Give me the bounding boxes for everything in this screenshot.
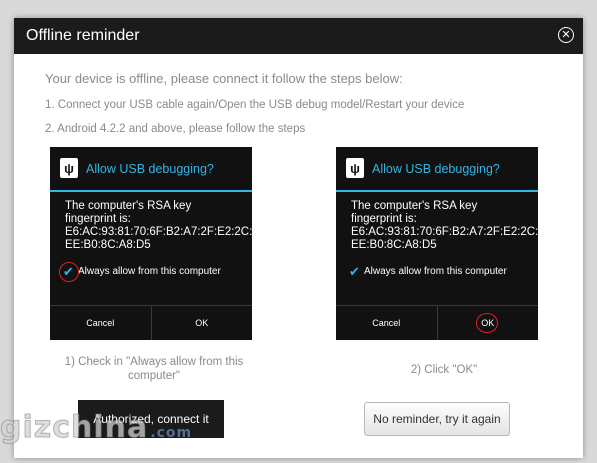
- phone-screenshot-step1: ψ Allow USB debugging? The computer's RS…: [50, 147, 252, 340]
- always-allow-row: ✔ Always allow from this computer: [62, 265, 221, 278]
- usb-icon: ψ: [60, 158, 78, 178]
- phone-ok-button: OK: [150, 306, 253, 340]
- step-2-caption: 2) Click "OK": [410, 364, 478, 376]
- phone-dialog-title: Allow USB debugging?: [372, 162, 500, 176]
- usb-icon: ψ: [346, 158, 364, 178]
- phone-dialog-header: ψ Allow USB debugging?: [336, 147, 538, 192]
- rsa-line-3: E6:AC:93:81:70:6F:B2:A7:2F:E2:2C:: [351, 226, 539, 238]
- dialog-title: Offline reminder: [26, 27, 140, 44]
- phone-dialog-header: ψ Allow USB debugging?: [50, 147, 252, 192]
- no-reminder-button[interactable]: No reminder, try it again: [364, 402, 510, 436]
- rsa-line-2: fingerprint is:: [65, 213, 131, 225]
- rsa-line-4: EE:B0:8C:A8:D5: [351, 239, 437, 251]
- always-allow-label: Always allow from this computer: [364, 266, 507, 277]
- offline-message: Your device is offline, please connect i…: [45, 71, 403, 86]
- rsa-line-2: fingerprint is:: [351, 213, 417, 225]
- site-watermark: gizchina .com: [0, 410, 193, 446]
- always-allow-row: ✔ Always allow from this computer: [348, 265, 507, 278]
- phone-dialog-title: Allow USB debugging?: [86, 162, 214, 176]
- phone-dialog-body: The computer's RSA key fingerprint is: E…: [65, 200, 253, 252]
- close-icon[interactable]: ✕: [558, 27, 574, 43]
- highlight-circle-ok: [476, 313, 498, 333]
- phone-dialog-buttons: Cancel OK: [336, 305, 538, 340]
- dialog-titlebar: Offline reminder ✕: [14, 18, 583, 54]
- rsa-line-1: The computer's RSA key: [351, 200, 478, 212]
- step-1-text: 1. Connect your USB cable again/Open the…: [45, 99, 465, 111]
- phone-dialog-buttons: Cancel OK: [50, 305, 252, 340]
- checkmark-icon: ✔: [349, 264, 360, 279]
- watermark-main: gizchina: [0, 410, 149, 446]
- step-2-text: 2. Android 4.2.2 and above, please follo…: [45, 123, 306, 135]
- phone-cancel-button: Cancel: [86, 318, 115, 328]
- rsa-line-3: E6:AC:93:81:70:6F:B2:A7:2F:E2:2C:: [65, 226, 253, 238]
- phone-dialog-body: The computer's RSA key fingerprint is: E…: [351, 200, 539, 252]
- rsa-line-1: The computer's RSA key: [65, 200, 192, 212]
- watermark-suffix: .com: [150, 425, 193, 441]
- phone-screenshot-step2: ψ Allow USB debugging? The computer's RS…: [336, 147, 538, 340]
- highlight-circle-checkbox: [59, 262, 79, 282]
- rsa-line-4: EE:B0:8C:A8:D5: [65, 239, 151, 251]
- step-1-caption: 1) Check in "Always allow from this comp…: [64, 356, 244, 382]
- offline-reminder-dialog: Offline reminder ✕ Your device is offlin…: [14, 18, 583, 458]
- phone-cancel-button: Cancel: [372, 318, 401, 328]
- always-allow-label: Always allow from this computer: [78, 266, 221, 277]
